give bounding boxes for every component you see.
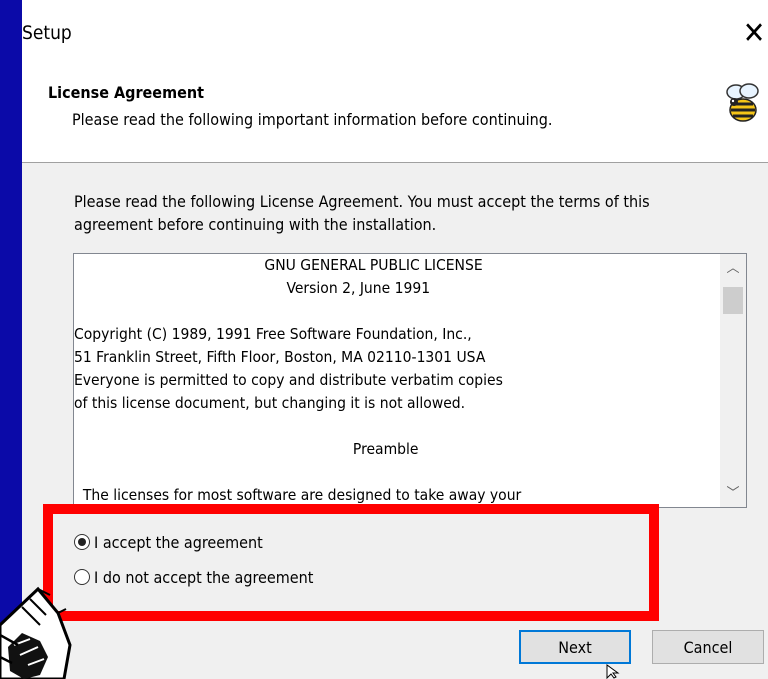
cancel-button[interactable]: Cancel xyxy=(652,630,764,664)
license-line: Copyright (C) 1989, 1991 Free Software F… xyxy=(74,325,472,343)
decline-label: I do not accept the agreement xyxy=(94,567,314,587)
license-text-box[interactable]: GNU GENERAL PUBLIC LICENSE Version 2, Ju… xyxy=(73,253,747,508)
license-scrollbar[interactable]: ︿ ﹀ xyxy=(720,254,746,507)
title-bar: Setup ✕ xyxy=(22,0,768,78)
highlight-box xyxy=(43,504,659,621)
license-line xyxy=(74,415,694,438)
mouse-cursor-icon xyxy=(606,664,620,679)
scroll-down-icon[interactable]: ﹀ xyxy=(720,481,746,507)
header-subtitle: Please read the following important info… xyxy=(72,110,553,129)
decline-option[interactable]: I do not accept the agreement xyxy=(74,566,313,588)
license-intro-text: Please read the following License Agreem… xyxy=(74,192,650,234)
license-line xyxy=(74,461,694,484)
window-title: Setup xyxy=(22,22,72,44)
sketch-drawing xyxy=(0,586,72,679)
accept-option[interactable]: I accept the agreement xyxy=(74,531,263,553)
header-title: License Agreement xyxy=(48,83,204,102)
wizard-header: License Agreement Please read the follow… xyxy=(22,78,768,163)
license-line: Everyone is permitted to copy and distri… xyxy=(74,371,503,389)
scroll-thumb[interactable] xyxy=(723,287,743,314)
license-line: 51 Franklin Street, Fifth Floor, Boston,… xyxy=(74,348,486,366)
next-button[interactable]: Next xyxy=(519,630,631,664)
accept-radio[interactable] xyxy=(74,534,90,550)
scroll-up-icon[interactable]: ︿ xyxy=(720,256,746,282)
accept-label: I accept the agreement xyxy=(94,532,263,552)
license-line: of this license document, but changing i… xyxy=(74,394,466,412)
license-line xyxy=(74,300,694,323)
close-icon[interactable]: ✕ xyxy=(740,16,768,52)
setup-dialog: Setup ✕ License Agreement Please read th… xyxy=(22,0,768,679)
decline-radio[interactable] xyxy=(74,569,90,585)
bee-icon xyxy=(726,83,759,122)
license-line: GNU GENERAL PUBLIC LICENSE xyxy=(74,256,483,274)
license-line: Version 2, June 1991 xyxy=(74,279,431,297)
license-line: Preamble xyxy=(74,440,419,458)
license-text: GNU GENERAL PUBLIC LICENSE Version 2, Ju… xyxy=(74,254,694,507)
